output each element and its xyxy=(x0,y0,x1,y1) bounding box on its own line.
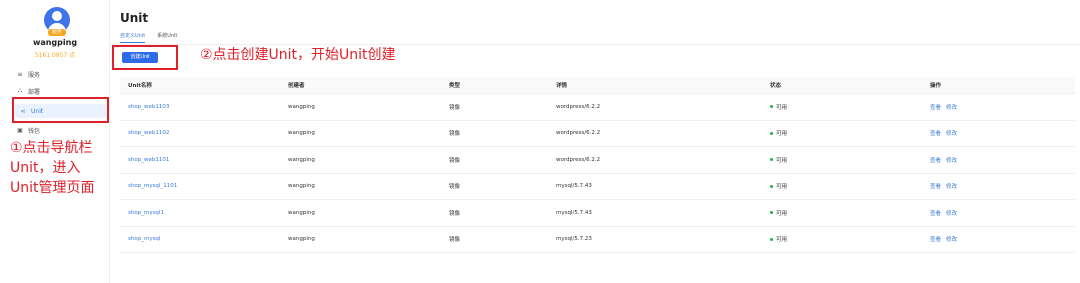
sidebar-item-label: 服务 xyxy=(28,71,41,79)
creator-cell: wangping xyxy=(288,130,315,137)
edit-link[interactable]: 修改 xyxy=(946,235,957,243)
detail-cell: mysql/5.7.23 xyxy=(556,236,592,243)
detail-cell: mysql/5.7.43 xyxy=(556,209,592,216)
edit-link[interactable]: 修改 xyxy=(946,209,957,217)
unit-name-link[interactable]: shop_web1101 xyxy=(128,157,169,163)
type-cell: 镜像 xyxy=(449,131,461,138)
status-dot-icon xyxy=(770,211,773,215)
status-dot-icon xyxy=(770,237,773,241)
status-text: 可用 xyxy=(776,184,788,191)
annotation-step1: ①点击导航栏 Unit，进入 Unit管理页面 xyxy=(10,138,95,198)
unit-name-link[interactable]: shop_mysql_1101 xyxy=(128,183,177,189)
edit-link[interactable]: 修改 xyxy=(946,103,957,111)
creator-cell: wangping xyxy=(288,236,315,243)
status-dot-icon xyxy=(770,158,773,162)
unit-name-link[interactable]: shop_mysql1 xyxy=(128,210,164,216)
status-dot-icon xyxy=(770,131,773,135)
creator-cell: wangping xyxy=(288,209,315,216)
column-header-type: 类型 xyxy=(449,83,461,89)
edit-link[interactable]: 修改 xyxy=(946,156,957,164)
table-row: shop_web1103 wangping 镜像 wordpress/6.2.2… xyxy=(120,94,1075,121)
table-header: Unit名称 创建者 类型 详情 状态 操作 xyxy=(120,77,1075,94)
status-text: 可用 xyxy=(776,157,788,164)
type-cell: 镜像 xyxy=(449,104,461,111)
deploy-icon: ⛬ xyxy=(17,87,23,94)
status-text: 可用 xyxy=(776,237,788,244)
annotation-line: ①点击导航栏 xyxy=(10,140,93,156)
table-row: shop_web1101 wangping 镜像 wordpress/6.2.2… xyxy=(120,147,1075,174)
column-header-detail: 详情 xyxy=(556,83,568,89)
unit-name-link[interactable]: shop_mysql xyxy=(128,236,160,242)
edit-link[interactable]: 修改 xyxy=(946,129,957,137)
role-badge: 服务 xyxy=(48,29,66,36)
sidebar-item-deploy[interactable]: ⛬ 部署 xyxy=(16,84,40,98)
status-cell: 可用 xyxy=(770,227,787,253)
view-link[interactable]: 查看 xyxy=(930,156,941,164)
view-link[interactable]: 查看 xyxy=(930,129,941,137)
tab-custom-unit[interactable]: 自定义Unit xyxy=(120,32,146,43)
sidebar-item-wallet[interactable]: ▣ 钱包 xyxy=(16,123,40,137)
detail-cell: mysql/5.7.43 xyxy=(556,183,592,190)
type-cell: 镜像 xyxy=(449,237,461,244)
type-cell: 镜像 xyxy=(449,157,461,164)
table-row: shop_web1102 wangping 镜像 wordpress/6.2.2… xyxy=(120,121,1075,147)
tab-system-unit[interactable]: 系统Unit xyxy=(157,32,177,43)
main-content: Unit 自定义Unit 系统Unit 创建Unit Unit名称 创建者 类型… xyxy=(110,0,1080,283)
status-cell: 可用 xyxy=(770,174,787,200)
status-text: 可用 xyxy=(776,131,788,138)
view-link[interactable]: 查看 xyxy=(930,209,941,217)
status-dot-icon xyxy=(770,184,773,188)
unit-name-link[interactable]: shop_web1102 xyxy=(128,130,169,136)
status-cell: 可用 xyxy=(770,94,787,120)
column-header-creator: 创建者 xyxy=(288,83,305,89)
highlight-box-create-button xyxy=(112,45,178,70)
type-cell: 镜像 xyxy=(449,210,461,217)
sidebar-item-services[interactable]: ≡ 服务 xyxy=(16,67,40,81)
username: wangping xyxy=(32,38,78,47)
type-cell: 镜像 xyxy=(449,184,461,191)
detail-cell: wordpress/6.2.2 xyxy=(556,130,601,137)
table-row: shop_mysql_1101 wangping 镜像 mysql/5.7.43… xyxy=(120,174,1075,200)
list-icon: ≡ xyxy=(17,70,23,78)
edit-link[interactable]: 修改 xyxy=(946,182,957,190)
unit-table: Unit名称 创建者 类型 详情 状态 操作 shop_web1103 wang… xyxy=(120,77,1075,253)
tabs: 自定义Unit 系统Unit xyxy=(120,32,177,43)
annotation-step2: ②点击创建Unit，开始Unit创建 xyxy=(200,47,396,63)
annotation-line: Unit，进入 xyxy=(10,160,81,176)
status-dot-icon xyxy=(770,105,773,109)
creator-cell: wangping xyxy=(288,183,315,190)
creator-cell: wangping xyxy=(288,156,315,163)
annotation-line: Unit管理页面 xyxy=(10,180,95,196)
status-text: 可用 xyxy=(776,104,788,111)
table-row: shop_mysql wangping 镜像 mysql/5.7.23 可用 查… xyxy=(120,227,1075,253)
detail-cell: wordpress/6.2.2 xyxy=(556,156,601,163)
status-cell: 可用 xyxy=(770,200,787,226)
status-cell: 可用 xyxy=(770,121,787,147)
creator-cell: wangping xyxy=(288,103,315,110)
view-link[interactable]: 查看 xyxy=(930,235,941,243)
status-text: 可用 xyxy=(776,210,788,217)
page-title: Unit xyxy=(120,11,149,25)
tabs-divider xyxy=(110,44,1080,45)
unit-name-link[interactable]: shop_web1103 xyxy=(128,104,169,110)
detail-cell: wordpress/6.2.2 xyxy=(556,103,601,110)
status-cell: 可用 xyxy=(770,147,787,173)
column-header-name: Unit名称 xyxy=(128,83,152,89)
view-link[interactable]: 查看 xyxy=(930,182,941,190)
sidebar-item-label: 部署 xyxy=(28,88,41,96)
sidebar-item-label: 钱包 xyxy=(28,127,41,135)
column-header-actions: 操作 xyxy=(930,83,942,89)
balance: 5161.0957 点 xyxy=(34,52,76,59)
column-header-status: 状态 xyxy=(770,83,782,89)
avatar-head-shape xyxy=(52,11,62,21)
view-link[interactable]: 查看 xyxy=(930,103,941,111)
highlight-box-unit-nav xyxy=(12,97,109,123)
wallet-icon: ▣ xyxy=(17,126,23,134)
table-row: shop_mysql1 wangping 镜像 mysql/5.7.43 可用 … xyxy=(120,200,1075,227)
